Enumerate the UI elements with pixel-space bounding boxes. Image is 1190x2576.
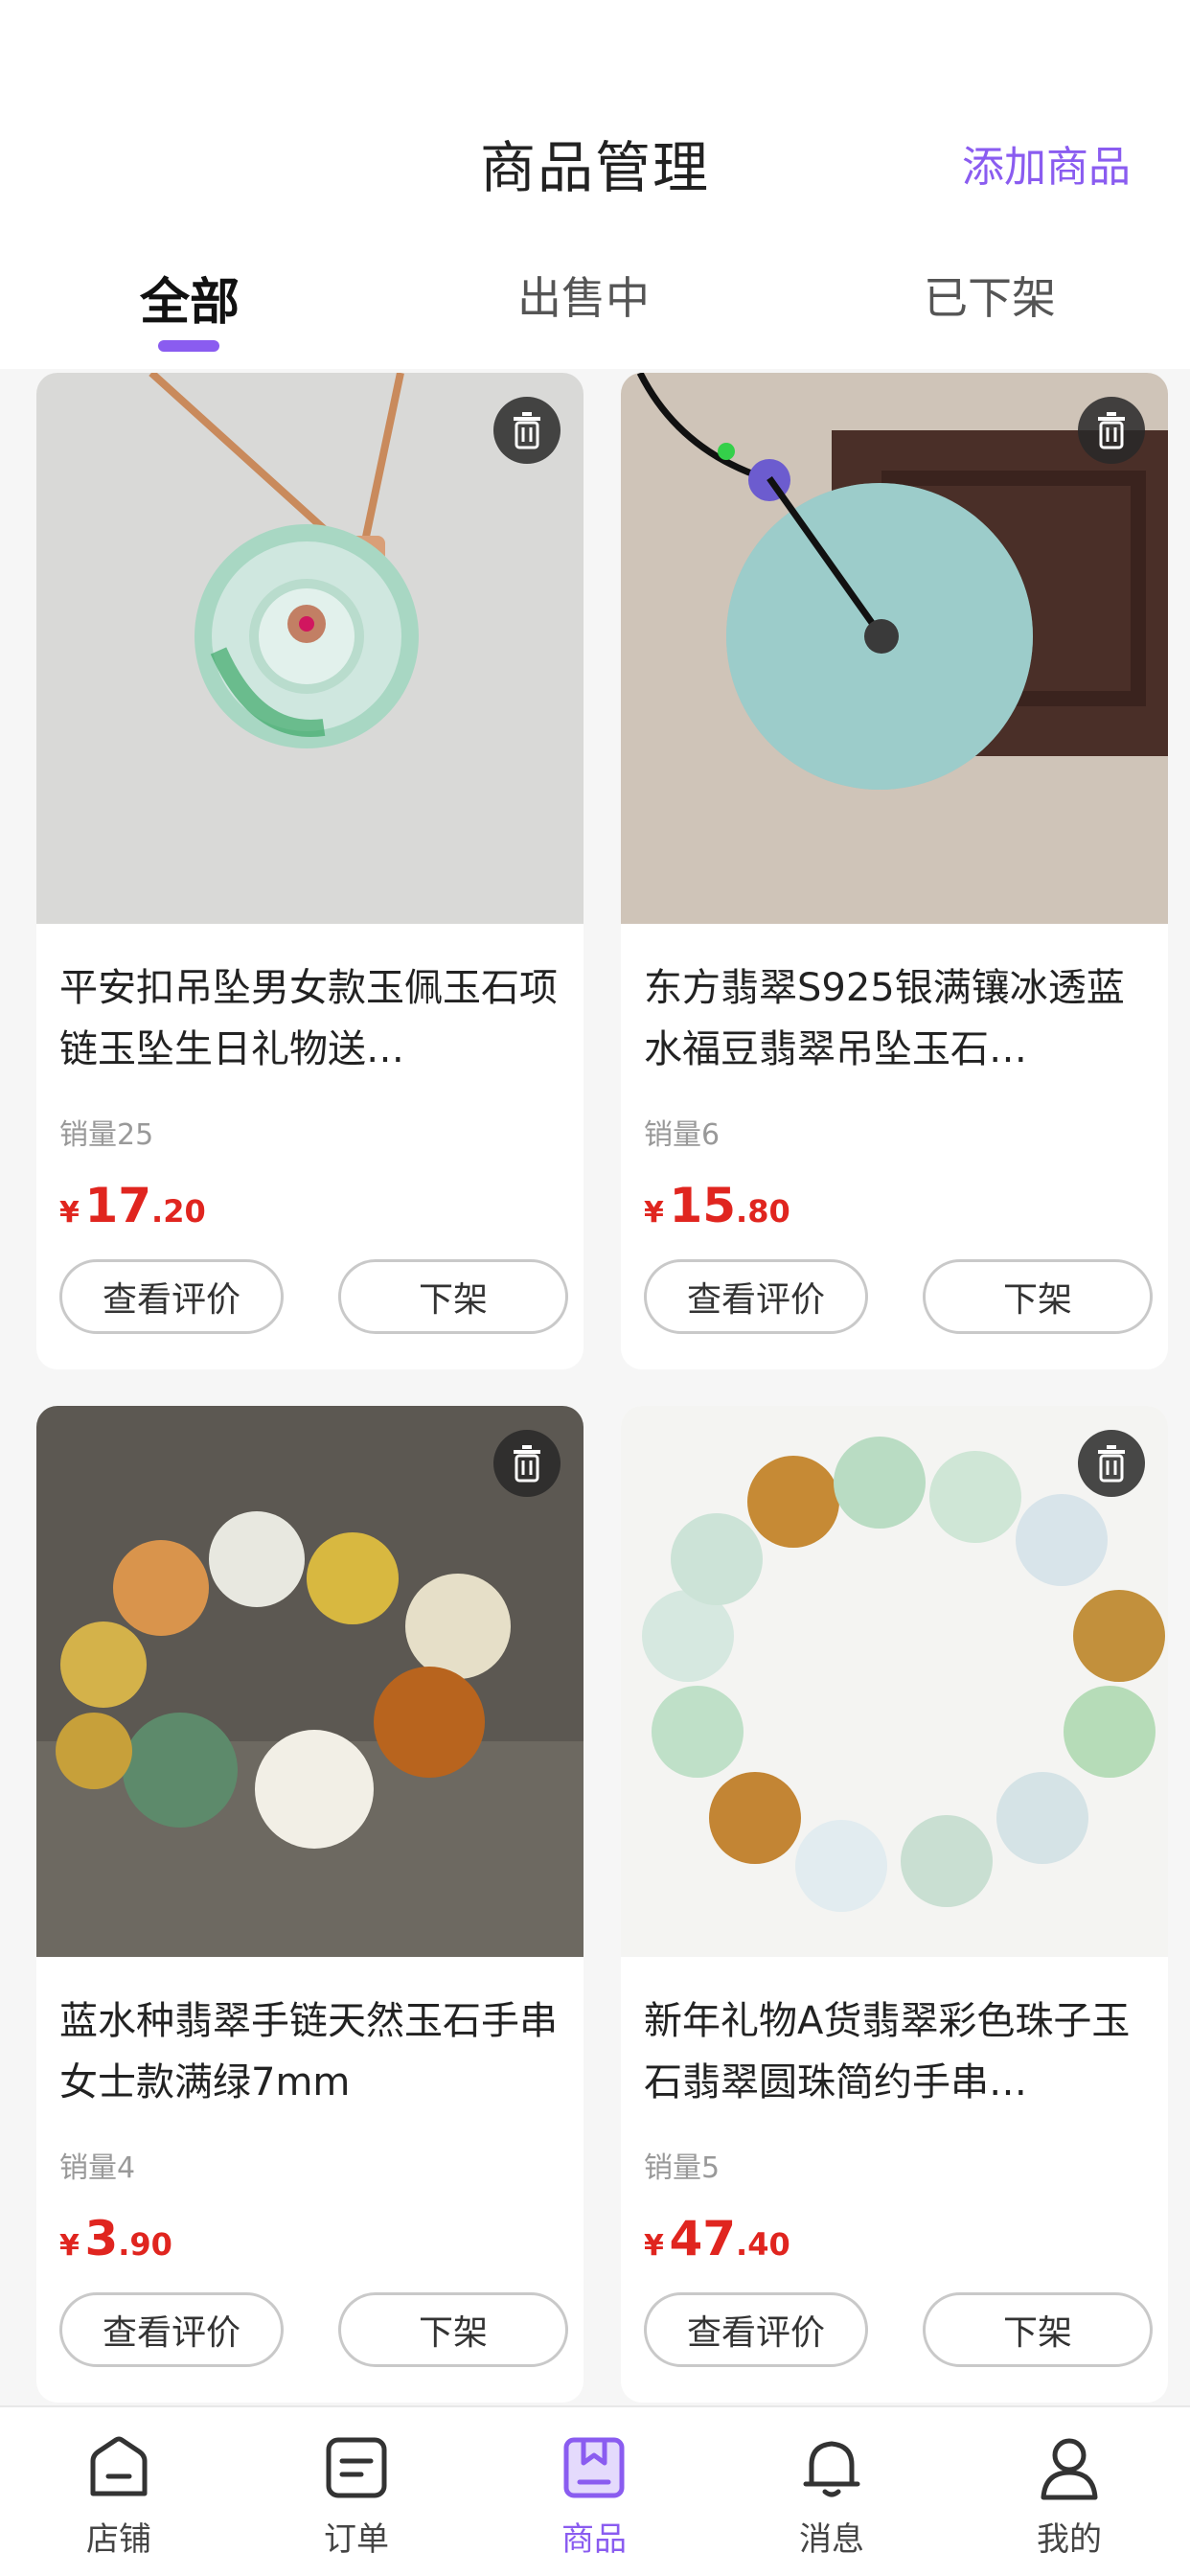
user-icon [1041,2438,1098,2500]
tab-bar-filter: 全部 出售中 已下架 [0,225,1190,369]
product-card[interactable]: 东方翡翠S925银满镶冰透蓝水福豆翡翠吊坠玉石… 销量6 ¥ 15.80 查看评… [621,373,1168,1369]
trash-icon [1098,1445,1125,1483]
delete-product-button[interactable] [493,397,561,464]
delist-button[interactable]: 下架 [338,2292,568,2367]
view-reviews-button[interactable]: 查看评价 [59,2292,284,2367]
product-card[interactable]: 新年礼物A货翡翠彩色珠子玉石翡翠圆珠简约手串… 销量5 ¥ 47.40 查看评价… [621,1406,1168,2403]
trash-icon [514,1445,540,1483]
view-reviews-button[interactable]: 查看评价 [644,1259,868,1334]
product-card[interactable]: 蓝水种翡翠手链天然玉石手串女士款满绿7mm 销量4 ¥ 3.90 查看评价 下架 [36,1406,584,2403]
tabbar-item-messages[interactable]: 消息 [713,2407,950,2576]
delete-product-button[interactable] [493,1430,561,1497]
tab-all[interactable]: 全部 [140,262,240,334]
product-price: ¥ 3.90 [59,2211,172,2266]
delete-product-button[interactable] [1078,397,1145,464]
tabbar-label: 消息 [799,2520,864,2559]
order-icon [326,2437,387,2498]
product-image[interactable] [621,373,1168,924]
product-title: 东方翡翠S925银满镶冰透蓝水福豆翡翠吊坠玉石… [644,966,1125,1071]
delist-button[interactable]: 下架 [338,1259,568,1334]
trash-icon [514,412,540,449]
bell-icon [803,2441,860,2497]
view-reviews-button[interactable]: 查看评价 [644,2292,868,2367]
status-bar [0,0,1190,96]
view-reviews-button[interactable]: 查看评价 [59,1259,284,1334]
tab-active-indicator [158,340,219,352]
tabbar-item-orders[interactable]: 订单 [238,2407,475,2576]
product-image[interactable] [621,1406,1168,1957]
tab-on-sale[interactable]: 出售中 [517,264,650,327]
bottom-tab-bar: 店铺 订单 商品 消息 我的 [0,2405,1190,2576]
sales-count: 销量5 [644,2151,721,2185]
tabbar-label: 订单 [324,2520,389,2559]
delist-button[interactable]: 下架 [923,2292,1153,2367]
delete-product-button[interactable] [1078,1430,1145,1497]
product-price: ¥ 47.40 [644,2211,790,2266]
sales-count: 销量25 [59,1118,154,1152]
product-card[interactable]: 平安扣吊坠男女款玉佩玉石项链玉坠生日礼物送… 销量25 ¥ 17.20 查看评价… [36,373,584,1369]
product-title: 蓝水种翡翠手链天然玉石手串女士款满绿7mm [59,1999,558,2104]
shop-icon [90,2436,148,2496]
product-title: 平安扣吊坠男女款玉佩玉石项链玉坠生日礼物送… [59,966,558,1071]
sales-count: 销量6 [644,1118,721,1152]
tabbar-label: 店铺 [86,2520,151,2559]
tabbar-item-shop[interactable]: 店铺 [0,2407,238,2576]
product-title: 新年礼物A货翡翠彩色珠子玉石翡翠圆珠简约手串… [644,1999,1131,2104]
header: 商品管理 添加商品 [0,96,1190,225]
tab-delisted[interactable]: 已下架 [924,264,1056,327]
tabbar-label: 商品 [561,2520,627,2559]
sales-count: 销量4 [59,2151,136,2185]
tabbar-label: 我的 [1037,2520,1102,2559]
add-product-button[interactable]: 添加商品 [962,132,1131,194]
tabbar-item-products[interactable]: 商品 [475,2407,713,2576]
product-image[interactable] [36,373,584,924]
product-grid: 平安扣吊坠男女款玉佩玉石项链玉坠生日礼物送… 销量25 ¥ 17.20 查看评价… [0,369,1190,2405]
trash-icon [1098,412,1125,449]
product-price: ¥ 15.80 [644,1178,790,1233]
product-icon [563,2437,625,2498]
delist-button[interactable]: 下架 [923,1259,1153,1334]
product-image[interactable] [36,1406,584,1957]
product-price: ¥ 17.20 [59,1178,206,1233]
tabbar-item-me[interactable]: 我的 [950,2407,1188,2576]
